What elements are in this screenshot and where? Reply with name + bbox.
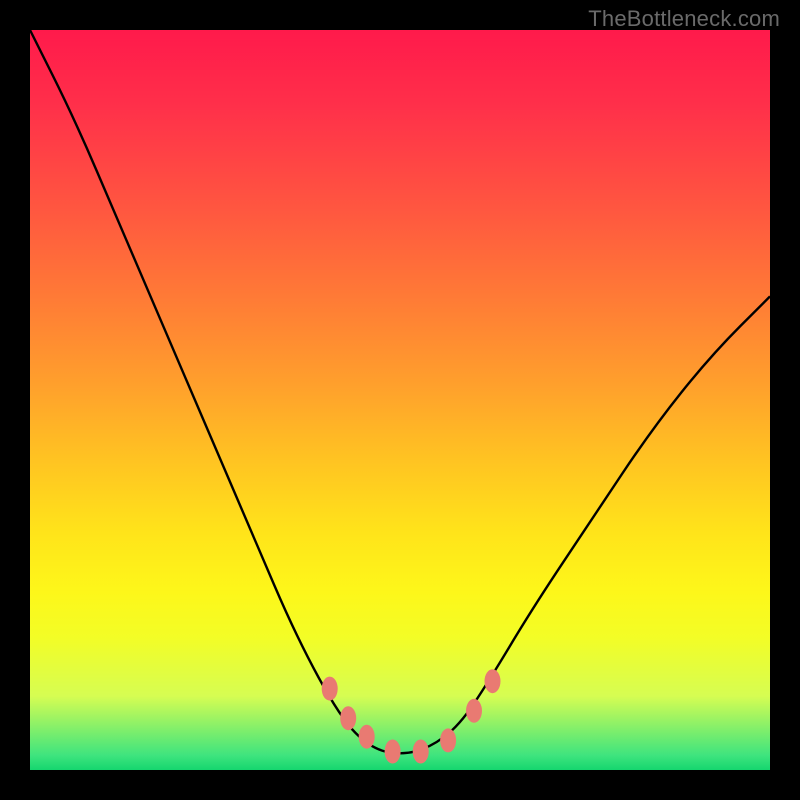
plot-area — [30, 30, 770, 770]
chart-svg — [30, 30, 770, 770]
bottleneck-curve — [30, 30, 770, 753]
valley-marker — [485, 669, 501, 693]
valley-marker — [385, 740, 401, 764]
valley-marker — [359, 725, 375, 749]
watermark-text: TheBottleneck.com — [588, 6, 780, 32]
valley-marker — [322, 677, 338, 701]
valley-marker — [340, 706, 356, 730]
valley-marker — [440, 728, 456, 752]
chart-frame: TheBottleneck.com — [0, 0, 800, 800]
valley-markers — [322, 669, 501, 763]
valley-marker — [413, 740, 429, 764]
valley-marker — [466, 699, 482, 723]
